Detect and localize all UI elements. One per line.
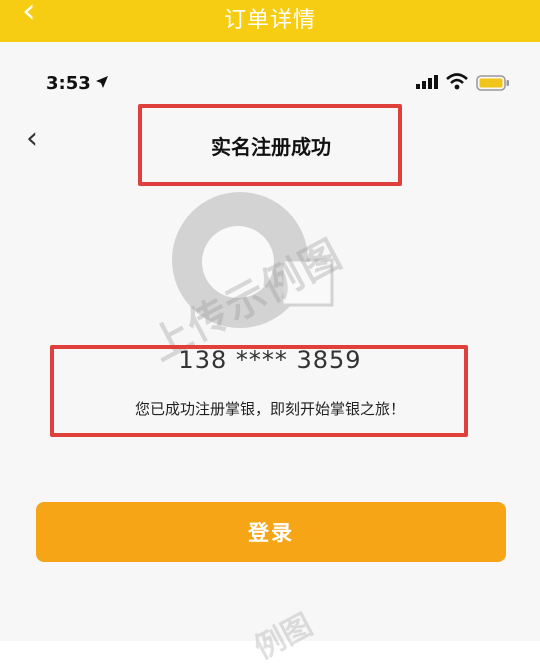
login-button[interactable]: 登录: [36, 502, 506, 562]
cellular-signal-icon: [416, 75, 438, 89]
app-header: ‹ 订单详情: [0, 0, 540, 42]
status-time: 3:53: [46, 73, 91, 94]
back-chevron-icon[interactable]: ‹: [26, 124, 38, 154]
location-arrow-icon: [96, 76, 108, 88]
highlight-box-title: [138, 104, 402, 186]
wifi-icon: [446, 73, 468, 90]
header-title: 订单详情: [223, 8, 316, 33]
highlight-box-info: [50, 345, 468, 437]
battery-icon: [476, 75, 509, 91]
